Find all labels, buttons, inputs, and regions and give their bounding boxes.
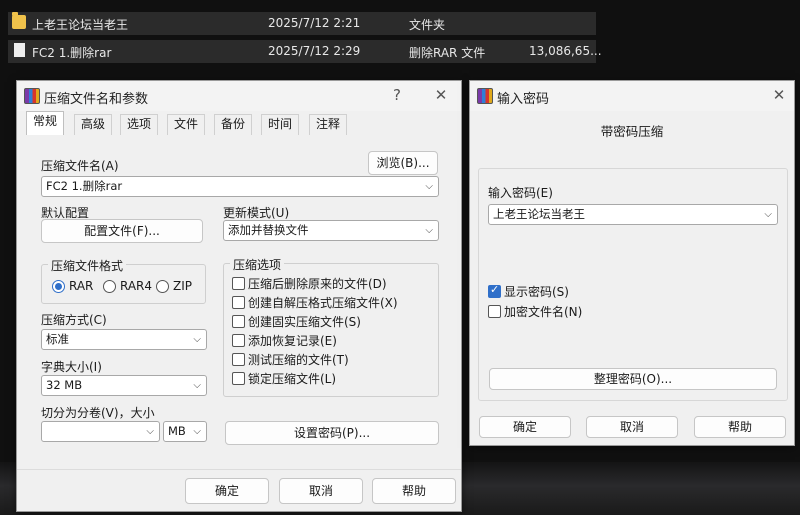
method-value: 标准 bbox=[46, 332, 69, 346]
archive-name-combo[interactable]: FC2 1.删除rar ⌵ bbox=[41, 176, 439, 197]
solid-checkbox[interactable] bbox=[232, 315, 245, 328]
password-combo[interactable]: 上老王论坛当老王 ⌵ bbox=[488, 204, 778, 225]
options-group-title: 压缩选项 bbox=[230, 256, 285, 273]
update-mode-combo[interactable]: 添加并替换文件 ⌵ bbox=[223, 220, 439, 241]
chevron-down-icon: ⌵ bbox=[425, 181, 433, 192]
file-date: 2025/7/12 2:29 bbox=[268, 44, 361, 58]
sfx-label: 创建自解压格式压缩文件(X) bbox=[248, 296, 398, 310]
chevron-down-icon: ⌵ bbox=[146, 426, 154, 437]
show-password-label: 显示密码(S) bbox=[504, 285, 569, 299]
dialog-titlebar: 压缩文件名和参数 ? ✕ bbox=[17, 81, 461, 111]
folder-icon bbox=[12, 12, 26, 29]
chevron-down-icon: ⌵ bbox=[764, 209, 772, 220]
sfx-checkbox[interactable] bbox=[232, 296, 245, 309]
recovery-record-checkbox[interactable] bbox=[232, 334, 245, 347]
file-size: 13,086,65... bbox=[529, 44, 602, 58]
split-unit-combo[interactable]: MB ⌵ bbox=[163, 421, 207, 442]
dialog-titlebar: 输入密码 ✕ bbox=[470, 81, 794, 111]
update-mode-value: 添加并替换文件 bbox=[228, 223, 309, 237]
profiles-button[interactable]: 配置文件(F)... bbox=[41, 219, 203, 243]
help-button[interactable]: 帮助 bbox=[694, 416, 786, 438]
format-group: 压缩文件格式 RAR RAR4 ZIP bbox=[41, 257, 206, 304]
file-row-folder[interactable]: 上老王论坛当老王 2025/7/12 2:21 文件夹 bbox=[8, 12, 596, 35]
file-type: 文件夹 bbox=[409, 18, 446, 32]
format-group-title: 压缩文件格式 bbox=[48, 257, 127, 274]
dialog-title: 输入密码 bbox=[497, 92, 550, 107]
organize-passwords-button[interactable]: 整理密码(O)... bbox=[489, 368, 777, 390]
tab-time[interactable]: 时间 bbox=[261, 114, 300, 135]
browse-button[interactable]: 浏览(B)... bbox=[368, 151, 438, 175]
split-unit-value: MB bbox=[168, 424, 186, 438]
winrar-icon bbox=[24, 88, 40, 104]
format-rar4-radio[interactable] bbox=[103, 280, 116, 293]
tab-general[interactable]: 常规 bbox=[26, 111, 65, 135]
chevron-down-icon: ⌵ bbox=[193, 334, 201, 345]
method-label: 压缩方式(C) bbox=[41, 313, 107, 327]
options-group: 压缩选项 压缩后删除原来的文件(D) 创建自解压格式压缩文件(X) 创建固实压缩… bbox=[223, 256, 439, 397]
archive-name-value: FC2 1.删除rar bbox=[46, 179, 123, 193]
solid-label: 创建固实压缩文件(S) bbox=[248, 315, 361, 329]
format-zip-radio[interactable] bbox=[156, 280, 169, 293]
tab-options[interactable]: 选项 bbox=[120, 114, 159, 135]
tab-bar: 常规 高级 选项 文件 备份 时间 注释 bbox=[26, 111, 446, 135]
tab-backup[interactable]: 备份 bbox=[214, 114, 253, 135]
chevron-down-icon: ⌵ bbox=[193, 426, 201, 437]
ok-button[interactable]: 确定 bbox=[479, 416, 571, 438]
chevron-down-icon: ⌵ bbox=[193, 380, 201, 391]
lock-archive-checkbox[interactable] bbox=[232, 372, 245, 385]
split-size-combo[interactable]: ⌵ bbox=[41, 421, 160, 442]
set-password-button[interactable]: 设置密码(P)... bbox=[225, 421, 439, 445]
password-dialog: 输入密码 ✕ 带密码压缩 输入密码(E) 上老王论坛当老王 ⌵ 显示密码(S) … bbox=[469, 80, 795, 446]
test-files-label: 测试压缩的文件(T) bbox=[248, 353, 349, 367]
tab-comment[interactable]: 注释 bbox=[309, 114, 348, 135]
file-row-archive[interactable]: FC2 1.删除rar 2025/7/12 2:29 删除RAR 文件 13,0… bbox=[8, 40, 602, 63]
document-icon bbox=[14, 43, 25, 57]
dialog-title: 压缩文件名和参数 bbox=[44, 92, 149, 107]
dialog-button-bar: 确定 取消 帮助 bbox=[17, 469, 461, 509]
archive-params-dialog: 压缩文件名和参数 ? ✕ 常规 高级 选项 文件 备份 时间 注释 压缩文件名(… bbox=[16, 80, 462, 512]
cancel-button[interactable]: 取消 bbox=[586, 416, 678, 438]
help-button[interactable]: 帮助 bbox=[372, 478, 456, 504]
chevron-down-icon: ⌵ bbox=[425, 225, 433, 236]
split-volumes-label: 切分为分卷(V)，大小 bbox=[41, 406, 155, 420]
tab-panel-general: 压缩文件名(A) 浏览(B)... FC2 1.删除rar ⌵ 默认配置 配置文… bbox=[26, 134, 456, 515]
file-name: FC2 1.删除rar bbox=[32, 46, 112, 60]
password-panel: 输入密码(E) 上老王论坛当老王 ⌵ 显示密码(S) 加密文件名(N) 整理密码… bbox=[478, 168, 788, 401]
file-type: 删除RAR 文件 bbox=[409, 46, 486, 60]
format-zip-label: ZIP bbox=[173, 279, 192, 293]
winrar-icon bbox=[477, 88, 493, 104]
test-files-checkbox[interactable] bbox=[232, 353, 245, 366]
encrypt-names-label: 加密文件名(N) bbox=[504, 305, 583, 319]
dictionary-label: 字典大小(I) bbox=[41, 360, 102, 374]
file-name: 上老王论坛当老王 bbox=[32, 18, 129, 32]
recovery-record-label: 添加恢复记录(E) bbox=[248, 334, 337, 348]
tab-files[interactable]: 文件 bbox=[167, 114, 206, 135]
help-icon[interactable]: ? bbox=[387, 86, 407, 104]
close-icon[interactable]: ✕ bbox=[769, 86, 789, 104]
format-rar-label: RAR bbox=[69, 279, 94, 293]
file-date: 2025/7/12 2:21 bbox=[268, 16, 361, 30]
lock-archive-label: 锁定压缩文件(L) bbox=[248, 372, 337, 386]
encrypt-names-checkbox[interactable] bbox=[488, 305, 501, 318]
dictionary-value: 32 MB bbox=[46, 378, 83, 392]
close-icon[interactable]: ✕ bbox=[431, 86, 451, 104]
format-rar-radio[interactable] bbox=[52, 280, 65, 293]
enter-password-label: 输入密码(E) bbox=[488, 186, 553, 200]
delete-after-label: 压缩后删除原来的文件(D) bbox=[248, 277, 387, 291]
tab-advanced[interactable]: 高级 bbox=[74, 114, 113, 135]
show-password-checkbox[interactable] bbox=[488, 283, 501, 298]
ok-button[interactable]: 确定 bbox=[185, 478, 269, 504]
cancel-button[interactable]: 取消 bbox=[279, 478, 363, 504]
update-mode-label: 更新模式(U) bbox=[223, 206, 290, 220]
password-heading: 带密码压缩 bbox=[600, 124, 664, 139]
delete-after-checkbox[interactable] bbox=[232, 277, 245, 290]
method-combo[interactable]: 标准 ⌵ bbox=[41, 329, 207, 350]
dictionary-combo[interactable]: 32 MB ⌵ bbox=[41, 375, 207, 396]
password-value: 上老王论坛当老王 bbox=[493, 207, 585, 221]
archive-name-label: 压缩文件名(A) bbox=[41, 159, 119, 173]
format-rar4-label: RAR4 bbox=[120, 279, 153, 293]
